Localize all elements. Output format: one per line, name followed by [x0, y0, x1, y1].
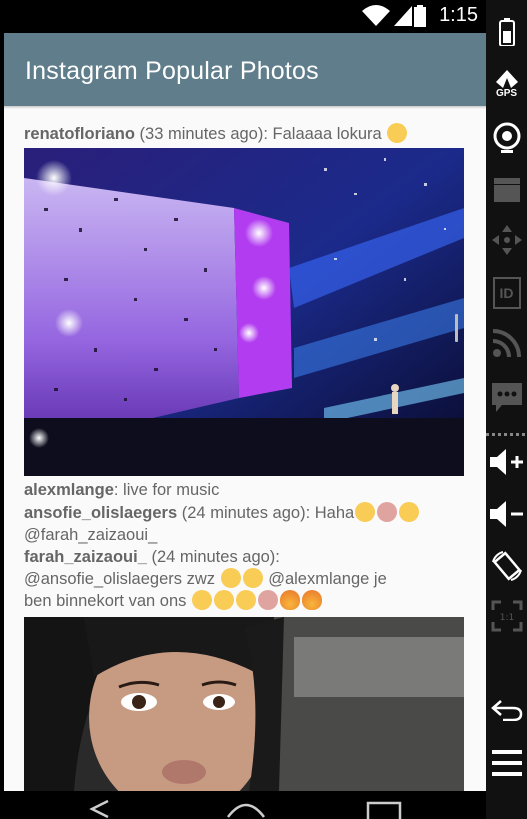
- battery-tool-icon[interactable]: [486, 16, 527, 48]
- camera-tool-icon[interactable]: [486, 120, 527, 156]
- back-icon[interactable]: [88, 799, 112, 819]
- emoji-icon: [387, 123, 408, 143]
- app-window: Instagram Popular Photos renatofloriano …: [4, 33, 486, 791]
- concert-photo: [24, 148, 464, 476]
- scale-icon[interactable]: 1:1: [486, 598, 527, 634]
- comment-time: (24 minutes ago): [181, 504, 306, 522]
- back-tool-icon[interactable]: [486, 695, 527, 725]
- emoji-icon: [191, 590, 212, 610]
- volume-up-icon[interactable]: [486, 444, 527, 480]
- comment-time: (24 minutes ago):: [151, 548, 280, 566]
- status-time: 1:15: [439, 4, 478, 26]
- sms-tool-icon[interactable]: [486, 380, 527, 416]
- app-title: Instagram Popular Photos: [25, 57, 319, 85]
- post-username[interactable]: alexmlange: [24, 481, 114, 499]
- toolbar-divider: [486, 430, 527, 438]
- device-screen: 1:15 Instagram Popular Photos renatoflor…: [0, 0, 486, 819]
- post-time: (33 minutes ago): [139, 125, 264, 143]
- video-tool-icon[interactable]: [486, 172, 527, 206]
- comment-text: @ansofie_olislaegers zwz: [24, 570, 216, 588]
- comment-text: ben binnekort van ons: [24, 592, 187, 610]
- emulator-toolbar: GPS ID 1:1: [486, 0, 527, 819]
- svg-text:1:1: 1:1: [499, 613, 513, 623]
- post-caption: renatofloriano (33 minutes ago): Falaaaa…: [24, 123, 469, 145]
- battery-icon: [414, 5, 426, 27]
- id-tool-icon[interactable]: ID: [486, 276, 527, 310]
- comment-username[interactable]: ansofie_olislaegers: [24, 504, 177, 522]
- comment-mention[interactable]: @alexmlange je: [268, 570, 387, 588]
- gps-tool-icon[interactable]: GPS: [486, 66, 527, 102]
- post-username[interactable]: renatofloriano: [24, 125, 135, 143]
- emoji-icon: [213, 590, 234, 610]
- emoji-icon: [355, 502, 376, 522]
- id-label: ID: [492, 277, 521, 309]
- comment-username[interactable]: farah_zaizaoui_: [24, 548, 147, 566]
- emoji-icon: [220, 568, 241, 588]
- comment: farah_zaizaoui_ (24 minutes ago): @ansof…: [24, 546, 469, 612]
- gps-label: GPS: [495, 87, 518, 99]
- status-bar: 1:15: [0, 0, 486, 33]
- fire-icon: [301, 590, 322, 610]
- menu-tool-icon[interactable]: [486, 748, 527, 778]
- emoji-icon: [399, 502, 420, 522]
- selfie-photo: [24, 617, 464, 791]
- scrollbar[interactable]: [455, 314, 458, 342]
- post-caption-text: Falaaaa lokura: [272, 125, 382, 143]
- post-caption: alexmlange: live for music: [24, 479, 469, 501]
- signal-icon: [394, 6, 412, 26]
- nav-bar: [0, 791, 486, 819]
- photo-feed[interactable]: renatofloriano (33 minutes ago): Falaaaa…: [4, 109, 486, 791]
- network-tool-icon[interactable]: [486, 326, 527, 360]
- action-bar: Instagram Popular Photos: [4, 33, 486, 106]
- emoji-icon: [257, 590, 278, 610]
- home-icon[interactable]: [226, 799, 266, 819]
- emoji-icon: [242, 568, 263, 588]
- emoji-icon: [377, 502, 398, 522]
- rotate-icon[interactable]: [486, 547, 527, 585]
- fire-icon: [279, 590, 300, 610]
- post-photo[interactable]: [24, 617, 464, 791]
- dpad-tool-icon[interactable]: [486, 222, 527, 258]
- comment: ansofie_olislaegers (24 minutes ago): Ha…: [24, 502, 469, 546]
- recents-icon[interactable]: [366, 799, 402, 819]
- emoji-icon: [235, 590, 256, 610]
- wifi-icon: [362, 5, 390, 26]
- volume-down-icon[interactable]: [486, 496, 527, 532]
- comment-text: : Haha: [305, 504, 355, 522]
- post-photo[interactable]: [24, 148, 464, 476]
- post-caption-text: : live for music: [113, 481, 220, 499]
- comment-mention[interactable]: @farah_zaizaoui_: [24, 526, 157, 544]
